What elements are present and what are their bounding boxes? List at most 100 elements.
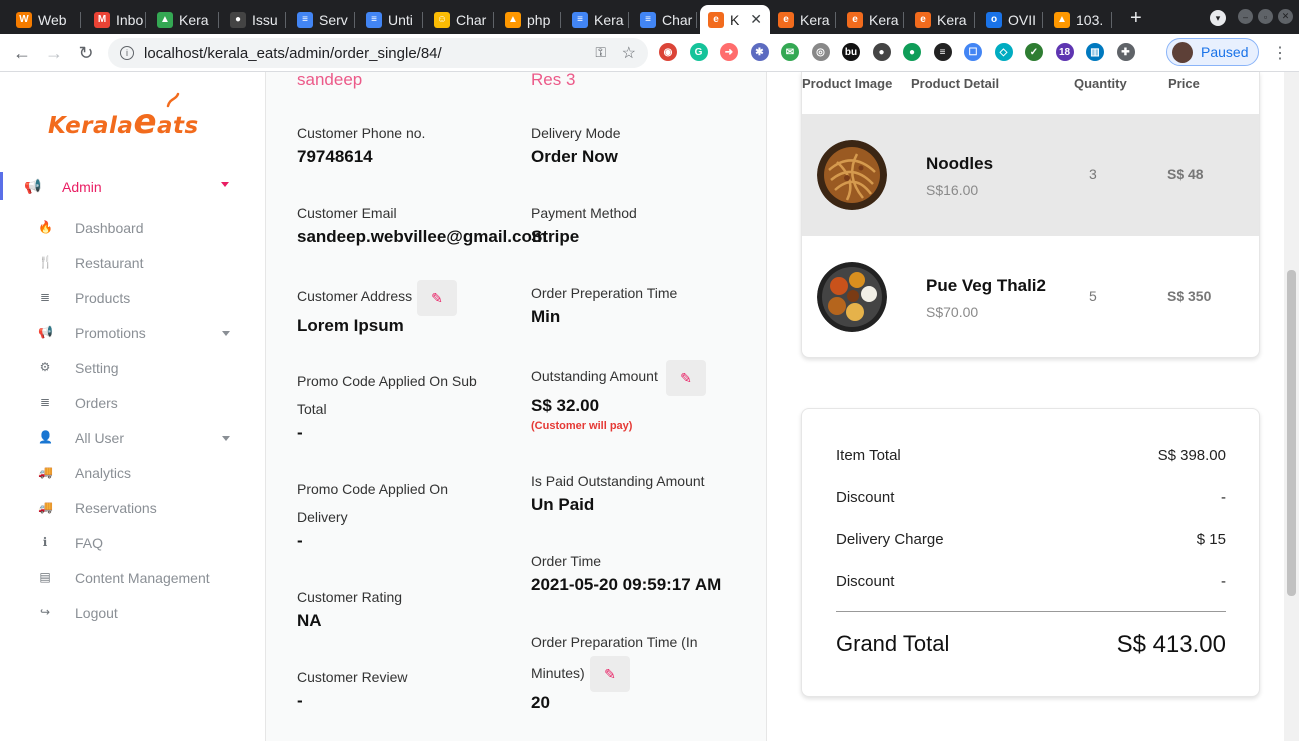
extension-icon[interactable]: bu (842, 43, 860, 61)
product-name: Noodles (926, 154, 994, 173)
extension-icon[interactable]: ◉ (659, 43, 677, 61)
extension-icon[interactable]: ☐ (964, 43, 982, 61)
browser-tab[interactable]: ≡ Char (632, 5, 697, 34)
favicon-icon: ▲ (1054, 11, 1070, 28)
tab-separator (1042, 12, 1043, 28)
sidebar-item-reservations[interactable]: 🚚 Reservations (0, 496, 250, 522)
extension-icon[interactable]: ◎ (811, 43, 830, 61)
promo-delivery-label: Promo Code Applied On Delivery (297, 481, 448, 525)
back-icon[interactable]: ← (10, 41, 34, 65)
browser-tab[interactable]: M Inbo (86, 5, 146, 34)
extension-icon[interactable]: ✱ (750, 43, 769, 61)
sidebar-item-label: Logout (75, 605, 118, 621)
browser-tab[interactable]: o OVII (978, 5, 1043, 34)
sidebar-item-restaurant[interactable]: 🍴 Restaurant (0, 251, 250, 277)
edit-outstanding-button[interactable]: ✎ (666, 360, 706, 396)
close-window-icon[interactable]: ✕ (1278, 9, 1293, 24)
edit-address-button[interactable]: ✎ (417, 280, 457, 316)
forward-icon[interactable]: → (42, 41, 66, 65)
extension-icon[interactable]: ● (903, 43, 921, 61)
extension-icon[interactable]: ◇ (994, 43, 1013, 61)
sidebar-item-dashboard[interactable]: 🔥 Dashboard (0, 216, 250, 242)
product-total: S$ 48 (1167, 166, 1204, 182)
summary-label: Discount (836, 573, 895, 590)
extension-icon[interactable]: 18 (1055, 43, 1074, 61)
order-summary-panel: Product Image Product Detail Quantity Pr… (767, 72, 1284, 741)
sidebar-item-label: Content Management (75, 570, 210, 586)
prep-minutes-label: Order Preparation Time (In Minutes) (531, 634, 698, 681)
profile-button[interactable]: Paused (1166, 38, 1259, 66)
browser-tab[interactable]: ▲ php (497, 5, 561, 34)
tab-separator (422, 12, 423, 28)
content-management-icon: ▤ (39, 570, 51, 584)
phone-label: Customer Phone no. (297, 125, 426, 141)
summary-divider (836, 611, 1226, 612)
browser-tab[interactable]: ≡ Unti (358, 5, 423, 34)
product-unit-price: S$16.00 (926, 182, 979, 198)
sidebar-item-orders[interactable]: ≣ Orders (0, 391, 250, 417)
sidebar-item-admin[interactable]: 📢 Admin (0, 172, 250, 200)
browser-tab[interactable]: ≡ Serv (289, 5, 355, 34)
maximize-icon[interactable]: ▫ (1258, 9, 1273, 24)
tab-separator (1111, 12, 1112, 28)
product-quantity: 3 (1089, 166, 1097, 182)
extension-icon[interactable]: ✓ (1025, 43, 1043, 61)
sidebar-item-all-user[interactable]: 👤 All User (0, 426, 250, 452)
close-tab-icon[interactable]: ✕ (750, 11, 762, 28)
payment-method-value: Stripe (531, 227, 580, 246)
favicon-icon: W (16, 11, 32, 28)
address-bar[interactable]: i localhost/kerala_eats/admin/order_sing… (108, 38, 648, 68)
browser-tab[interactable]: e K ✕ (700, 5, 770, 34)
sidebar-item-promotions[interactable]: 📢 Promotions (0, 321, 250, 347)
summary-value: - (1221, 489, 1226, 506)
extension-icon[interactable]: ✉ (781, 43, 799, 61)
table-row: Pue Veg Thali2 S$70.00 5 S$ 350 (802, 236, 1259, 357)
extension-icon[interactable]: ● (872, 43, 891, 61)
sidebar-item-analytics[interactable]: 🚚 Analytics (0, 461, 250, 487)
browser-tab[interactable]: ▲ 103. (1046, 5, 1112, 34)
site-info-icon[interactable]: i (120, 46, 134, 60)
order-time-value: 2021-05-20 09:59:17 AM (531, 575, 722, 594)
sidebar-item-logout[interactable]: ↪ Logout (0, 601, 250, 627)
sidebar-item-content-management[interactable]: ▤ Content Management (0, 566, 250, 592)
tab-search-icon[interactable]: ▾ (1210, 10, 1226, 26)
page-scrollbar[interactable] (1284, 72, 1299, 741)
header-quantity: Quantity (1074, 76, 1127, 91)
analytics-icon: 🚚 (38, 465, 53, 479)
browser-tab[interactable]: W Web (8, 5, 81, 34)
payment-method-label: Payment Method (531, 205, 637, 221)
avatar (1172, 42, 1193, 63)
customer-name: sandeep (297, 70, 363, 89)
extension-icon[interactable]: ✚ (1116, 43, 1135, 61)
extension-icon[interactable]: ▥ (1086, 43, 1104, 61)
pencil-icon: ✎ (431, 289, 443, 306)
minimize-icon[interactable]: – (1238, 9, 1253, 24)
tab-title: K (730, 11, 740, 28)
promotions-icon: 📢 (38, 325, 53, 339)
extension-icon[interactable]: G (689, 43, 708, 61)
scrollbar-thumb[interactable] (1287, 270, 1296, 596)
kerala-eats-logo[interactable]: Keralaeats (48, 92, 199, 142)
browser-menu-icon[interactable]: ⋮ (1272, 43, 1288, 63)
edit-prep-minutes-button[interactable]: ✎ (590, 656, 630, 692)
browser-tab[interactable]: e Kera (839, 5, 904, 34)
extension-icon[interactable]: ≡ (933, 43, 952, 61)
sidebar-item-setting[interactable]: ⚙ Setting (0, 356, 250, 382)
browser-tab[interactable]: e Kera (907, 5, 975, 34)
faq-icon: ℹ (42, 535, 48, 549)
summary-row-delivery-charge: Delivery Charge $ 15 (836, 531, 1226, 548)
browser-tab[interactable]: ≡ Kera (564, 5, 629, 34)
sidebar-item-faq[interactable]: ℹ FAQ (0, 531, 250, 557)
product-total: S$ 350 (1167, 288, 1212, 304)
key-icon[interactable]: ⚿ (595, 44, 606, 61)
new-tab-button[interactable]: + (1130, 7, 1142, 30)
browser-tab[interactable]: ▲ Kera (149, 5, 219, 34)
grand-total-label: Grand Total (836, 631, 950, 656)
bookmark-star-icon[interactable]: ☆ (622, 43, 636, 63)
browser-tab[interactable]: ☺ Char (426, 5, 494, 34)
extension-icon[interactable]: ➜ (720, 43, 738, 61)
sidebar-item-products[interactable]: ≣ Products (0, 286, 250, 312)
browser-tab[interactable]: e Kera (770, 5, 836, 34)
reload-icon[interactable]: ↻ (74, 41, 98, 65)
browser-tab[interactable]: ● Issu (222, 5, 286, 34)
